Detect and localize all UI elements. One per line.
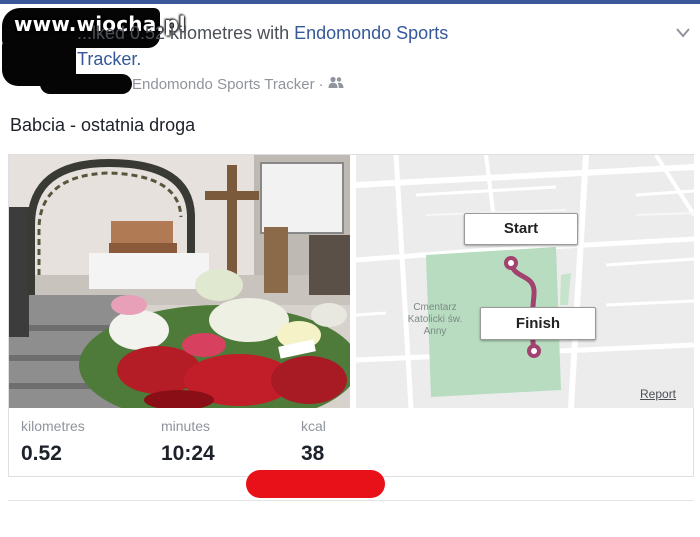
post-divider [8, 500, 694, 501]
report-link[interactable]: Report [640, 387, 676, 401]
page: { "watermark": "www.wiocha.pl", "header"… [0, 0, 700, 537]
cemetery-label-line: Anny [423, 326, 447, 337]
post-source-line: Endomondo Sports Tracker · [132, 76, 344, 93]
post-header: ...lked 0.52 kilometres with Endomondo S… [77, 20, 637, 72]
cemetery-label-line: Katolicki św. [407, 314, 463, 325]
workout-card[interactable]: Start Finish kilometres 0.52 minutes 10:… [8, 154, 694, 477]
separator-dot: · [318, 76, 324, 93]
cemetery-label-line: Cmentarz [413, 302, 457, 313]
stat-label: minutes [161, 418, 211, 434]
top-bar [0, 0, 700, 4]
finish-label: Finish [480, 307, 596, 340]
friends-icon[interactable] [328, 76, 344, 93]
cemetery-map-label: Cmentarz Katolicki św. Anny [385, 302, 485, 338]
app-link[interactable]: Endomondo Sports [294, 23, 448, 43]
post-text: Babcia - ostatnia droga [10, 115, 196, 135]
activity-text: ...lked 0.52 kilometres with [77, 23, 295, 43]
stat-kilometres: kilometres 0.52 [21, 418, 85, 466]
stat-minutes: minutes 10:24 [161, 418, 215, 466]
workout-stats: kilometres 0.52 minutes 10:24 kcal 38 [9, 408, 695, 478]
red-marker-scribble [246, 470, 385, 498]
stat-label: kilometres [21, 418, 85, 434]
redacted-name [40, 74, 132, 94]
stat-kcal: kcal 38 [301, 418, 326, 466]
stat-value: 38 [301, 442, 325, 465]
app-link-continued[interactable]: Tracker. [77, 49, 141, 69]
route-map[interactable]: Start Finish [356, 155, 694, 408]
funeral-photo[interactable] [9, 155, 350, 408]
stat-value: 0.52 [21, 442, 62, 465]
stat-label: kcal [301, 418, 326, 434]
source-link[interactable]: Endomondo Sports Tracker [132, 76, 315, 93]
stat-value: 10:24 [161, 442, 215, 465]
chevron-down-icon[interactable] [676, 28, 690, 38]
start-label: Start [464, 213, 578, 245]
